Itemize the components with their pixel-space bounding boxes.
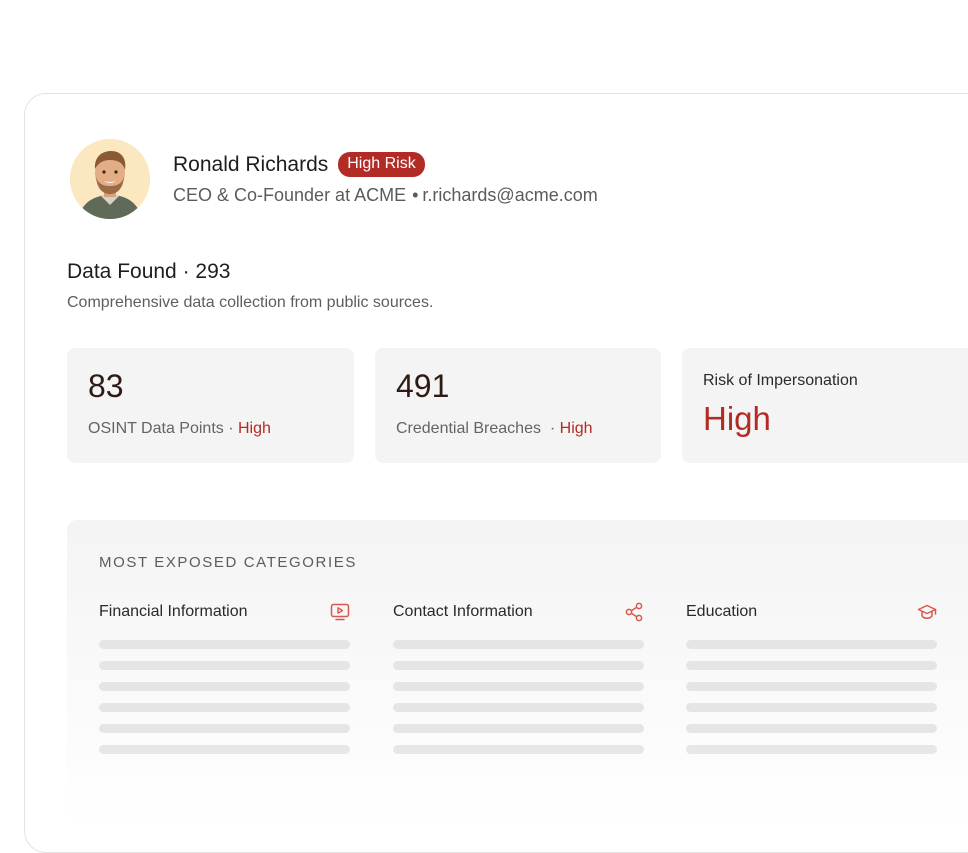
placeholder-line xyxy=(99,682,350,691)
stat-label-text: OSINT Data Points · xyxy=(88,420,238,437)
placeholder-line xyxy=(393,703,644,712)
profile-header: Ronald Richards High Risk xyxy=(173,152,425,177)
impersonation-value: High xyxy=(703,400,771,437)
placeholder-line xyxy=(99,640,350,649)
bottom-fade xyxy=(67,740,968,852)
graduation-cap-icon xyxy=(917,604,937,620)
stat-card-breaches[interactable]: 491 Credential Breaches · High xyxy=(375,348,661,463)
category-contact[interactable]: Contact Information xyxy=(393,602,644,754)
placeholder-lines xyxy=(686,640,937,754)
placeholder-line xyxy=(686,724,937,733)
subtitle-separator: • xyxy=(412,185,419,205)
avatar-portrait xyxy=(70,139,150,219)
placeholder-line xyxy=(99,661,350,670)
data-found-description: Comprehensive data collection from publi… xyxy=(67,294,434,311)
placeholder-line xyxy=(99,745,350,754)
placeholder-line xyxy=(686,661,937,670)
avatar xyxy=(70,139,150,219)
video-icon xyxy=(330,603,350,621)
profile-role: CEO & Co-Founder at ACME xyxy=(173,185,407,205)
stat-value: 83 xyxy=(88,368,124,404)
placeholder-line xyxy=(686,745,937,754)
placeholder-line xyxy=(393,745,644,754)
stat-level: High xyxy=(237,420,271,437)
share-icon xyxy=(625,602,643,622)
categories-heading: MOST EXPOSED CATEGORIES xyxy=(99,554,357,571)
profile-email[interactable]: r.richards@acme.com xyxy=(422,185,597,205)
placeholder-line xyxy=(686,682,937,691)
placeholder-line xyxy=(393,724,644,733)
placeholder-line xyxy=(686,640,937,649)
profile-subtitle: CEO & Co-Founder at ACME • r.richards@acme… xyxy=(173,185,598,206)
profile-card: Ronald Richards High Risk CEO & Co-Found… xyxy=(24,93,968,853)
stat-label: Credential Breaches · High xyxy=(396,420,593,438)
placeholder-line xyxy=(99,724,350,733)
stat-level: High xyxy=(559,420,593,437)
stat-label: OSINT Data Points · High xyxy=(88,420,271,438)
risk-badge: High Risk xyxy=(338,152,425,177)
placeholder-lines xyxy=(99,640,350,754)
placeholder-line xyxy=(99,703,350,712)
category-education[interactable]: Education xyxy=(686,602,937,754)
data-found-title: Data Found · 293 xyxy=(67,260,231,283)
profile-name: Ronald Richards xyxy=(173,152,329,176)
category-title: Education xyxy=(686,603,758,620)
category-title: Financial Information xyxy=(99,603,248,620)
category-title: Contact Information xyxy=(393,603,533,620)
placeholder-line xyxy=(393,661,644,670)
placeholder-line xyxy=(393,682,644,691)
placeholder-line xyxy=(686,703,937,712)
stat-value: 491 xyxy=(396,368,450,404)
exposed-categories-panel: MOST EXPOSED CATEGORIES Financial Inform… xyxy=(67,520,968,852)
placeholder-line xyxy=(393,640,644,649)
category-financial[interactable]: Financial Information xyxy=(99,602,350,754)
impersonation-label: Risk of Impersonation xyxy=(703,372,858,389)
placeholder-lines xyxy=(393,640,644,754)
stat-label-text: Credential Breaches · xyxy=(396,420,560,437)
stat-card-osint[interactable]: 83 OSINT Data Points · High xyxy=(67,348,354,463)
stat-card-impersonation[interactable]: Risk of Impersonation High xyxy=(682,348,968,463)
